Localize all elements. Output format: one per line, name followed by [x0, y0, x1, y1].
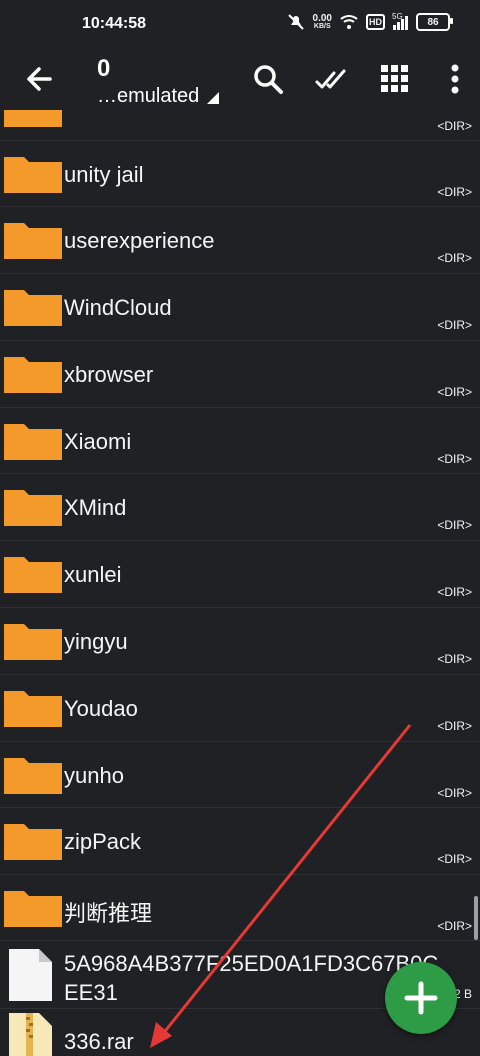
network-type: 5G: [392, 12, 403, 21]
folder-icon: [4, 357, 62, 393]
folder-icon: [4, 490, 62, 526]
select-all-icon[interactable]: [314, 62, 348, 96]
item-name: yunho: [64, 763, 124, 788]
speed-unit: KB/S: [313, 22, 331, 30]
item-name: XMind: [64, 495, 127, 520]
status-bar: 10:44:58 0.00 KB/S HD 5G 86: [0, 0, 480, 52]
scrollbar[interactable]: [474, 896, 478, 940]
status-time: 10:44:58: [82, 15, 147, 32]
item-name: WindCloud: [64, 295, 172, 320]
file-icon: [9, 949, 52, 1001]
folder-icon: [4, 290, 62, 326]
list-item[interactable]: yunho <DIR>: [0, 741, 480, 807]
list-item[interactable]: xunlei <DIR>: [0, 540, 480, 606]
item-type: <DIR>: [437, 786, 472, 800]
list-item[interactable]: 判断推理 <DIR>: [0, 874, 480, 940]
status-icons: 0.00 KB/S HD 5G 86: [287, 12, 453, 31]
back-icon[interactable]: [22, 62, 56, 96]
list-item-partial[interactable]: <DIR>: [0, 110, 480, 140]
item-name: 判断推理: [64, 901, 153, 926]
plus-icon: [404, 981, 438, 1015]
item-type: <DIR>: [437, 251, 472, 265]
file-list[interactable]: <DIR> unity jail <DIR> userexperience <D…: [0, 110, 480, 1056]
item-name: 336.rar: [64, 1029, 134, 1054]
item-type: <DIR>: [437, 452, 472, 466]
list-item[interactable]: XMind <DIR>: [0, 473, 480, 539]
item-name: unity jail: [64, 162, 144, 187]
item-type: <DIR>: [437, 652, 472, 666]
more-icon[interactable]: [438, 62, 472, 96]
path-label: …emulated: [97, 85, 200, 107]
item-type: <DIR>: [437, 719, 472, 733]
search-icon[interactable]: [251, 62, 285, 96]
grid-icon[interactable]: [378, 62, 412, 96]
folder-icon: [4, 824, 62, 860]
list-item[interactable]: WindCloud <DIR>: [0, 273, 480, 339]
folder-icon: [4, 758, 62, 794]
folder-icon: [4, 891, 62, 927]
list-item[interactable]: xbrowser <DIR>: [0, 340, 480, 406]
item-type: <DIR>: [437, 919, 472, 933]
folder-icon: [4, 157, 62, 193]
list-item[interactable]: Xiaomi <DIR>: [0, 407, 480, 473]
network-speed: 0.00 KB/S: [312, 12, 332, 31]
folder-icon: [4, 424, 62, 460]
battery-icon: 86: [416, 13, 453, 31]
item-name: Youdao: [64, 696, 138, 721]
item-name: Xiaomi: [64, 429, 132, 454]
mute-icon: [287, 14, 304, 30]
item-name: userexperience: [64, 228, 215, 253]
wifi-icon: [340, 15, 358, 29]
add-button[interactable]: [385, 962, 457, 1034]
dropdown-triangle-icon: [207, 91, 220, 104]
folder-icon: [4, 110, 62, 127]
folder-icon: [4, 691, 62, 727]
item-name: xunlei: [64, 562, 122, 587]
list-item[interactable]: zipPack <DIR>: [0, 807, 480, 873]
list-item[interactable]: userexperience <DIR>: [0, 206, 480, 272]
hd-badge: HD: [366, 14, 385, 30]
item-type: <DIR>: [437, 119, 472, 133]
list-item[interactable]: unity jail <DIR>: [0, 140, 480, 206]
item-type: <DIR>: [437, 185, 472, 199]
folder-icon: [4, 557, 62, 593]
item-type: <DIR>: [437, 385, 472, 399]
item-name: xbrowser: [64, 362, 154, 387]
speed-value: 0.00: [312, 12, 332, 24]
list-item[interactable]: Youdao <DIR>: [0, 674, 480, 740]
item-type: <DIR>: [437, 518, 472, 532]
signal-icon: 5G: [392, 12, 408, 30]
archive-icon: [9, 1013, 52, 1056]
item-type: <DIR>: [437, 318, 472, 332]
item-type: <DIR>: [437, 585, 472, 599]
path-selector[interactable]: …emulated: [97, 85, 220, 108]
selected-count: 0: [97, 55, 111, 82]
item-type: <DIR>: [437, 852, 472, 866]
list-item[interactable]: yingyu <DIR>: [0, 607, 480, 673]
item-name: zipPack: [64, 829, 142, 854]
folder-icon: [4, 624, 62, 660]
top-toolbar: 0 …emulated: [0, 52, 480, 110]
item-name: yingyu: [64, 629, 128, 654]
folder-icon: [4, 223, 62, 259]
